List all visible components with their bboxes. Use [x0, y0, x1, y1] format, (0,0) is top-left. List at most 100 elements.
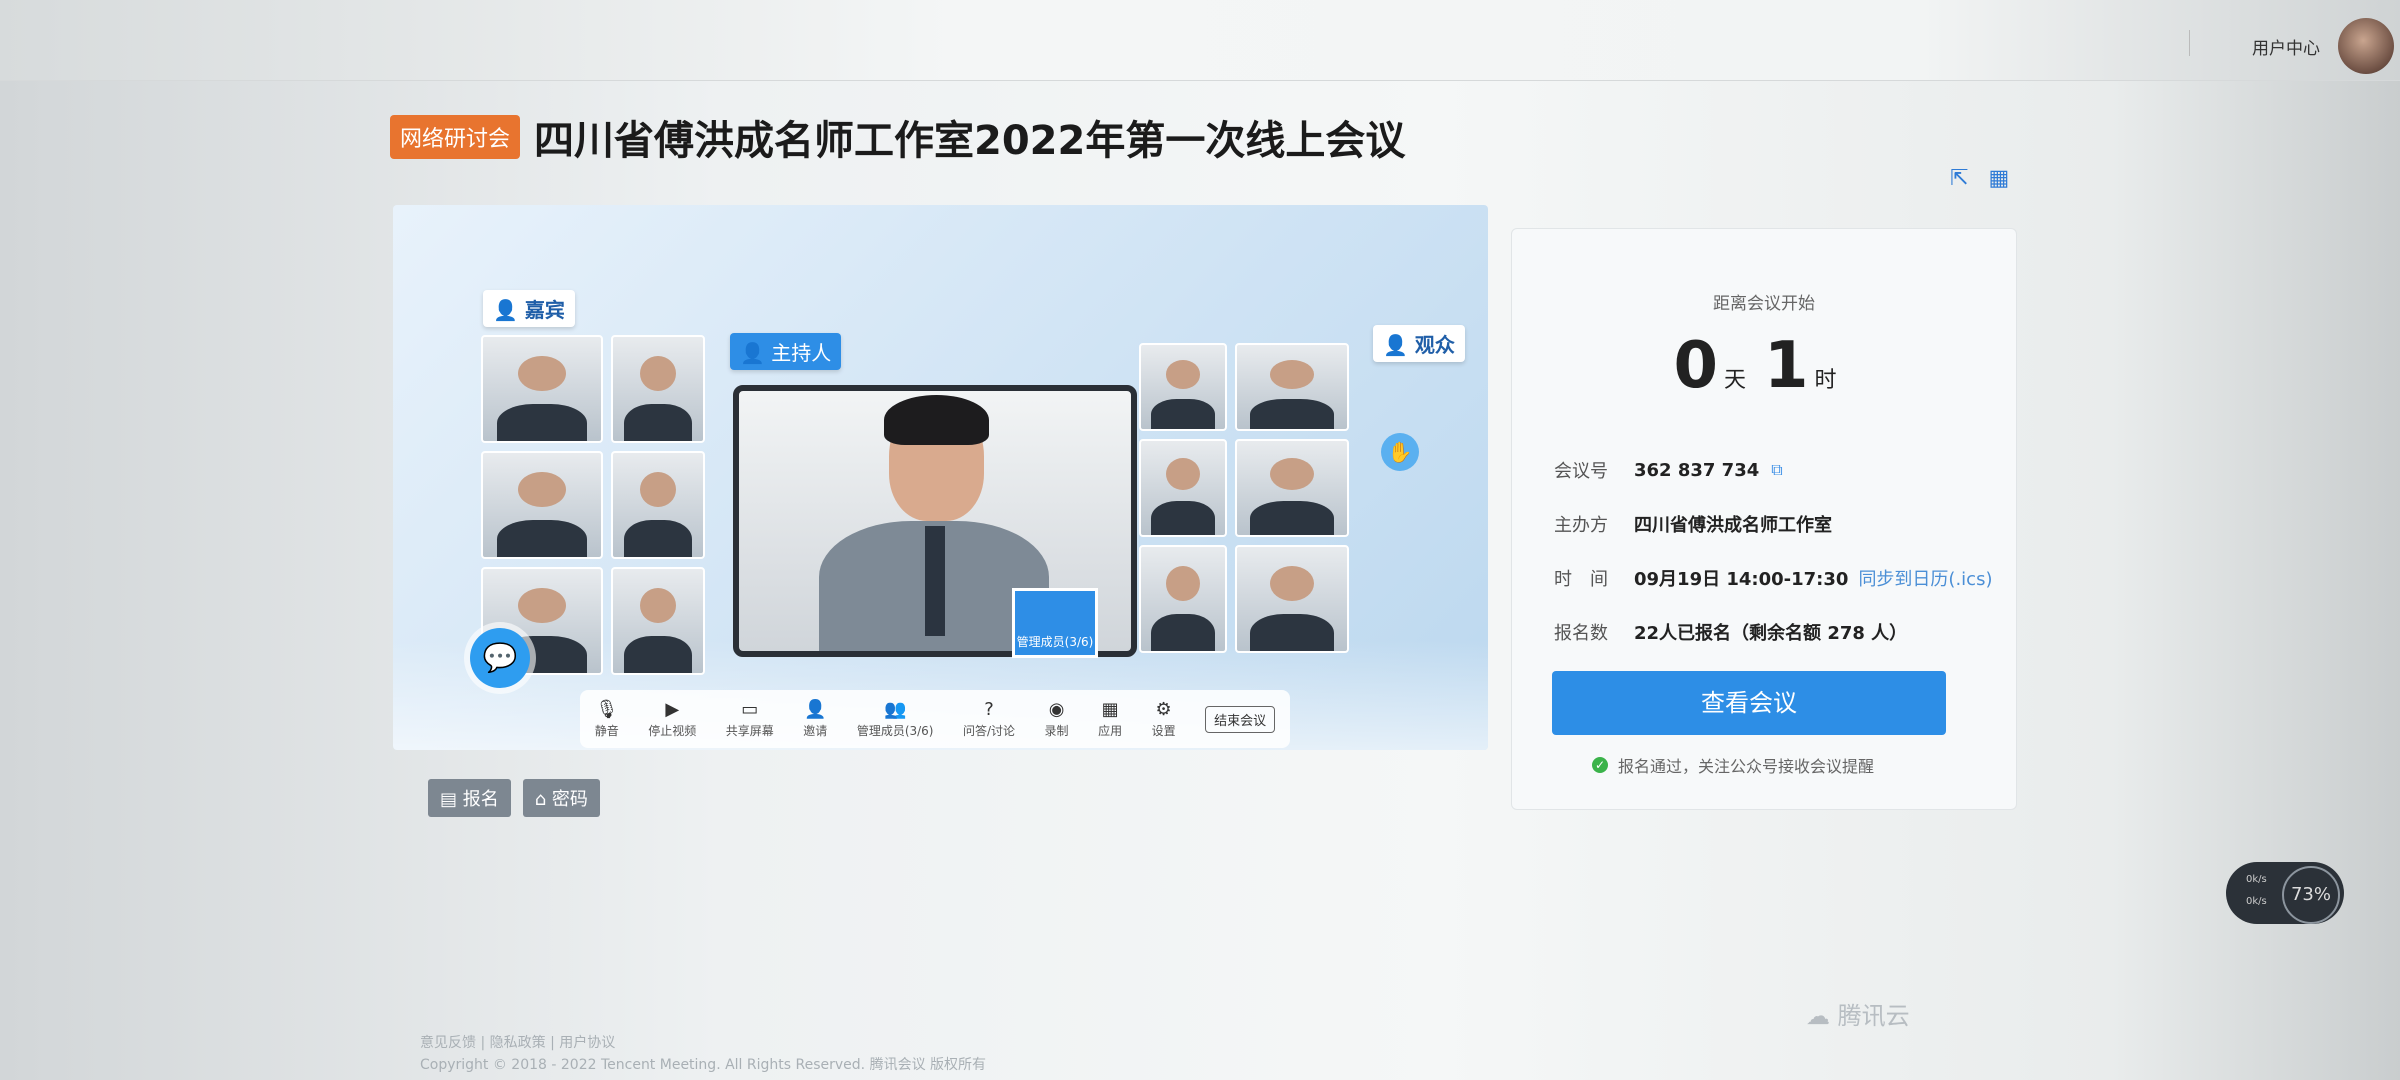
toolbar-label: 管理成员(3/6) — [856, 724, 934, 738]
toolbar-settings: ⚙ 设置 — [1152, 699, 1176, 739]
toolbar-label: 录制 — [1044, 724, 1069, 738]
share-icon[interactable]: ⇱ — [1950, 166, 1968, 191]
signup-button[interactable]: ▤ 报名 — [428, 779, 511, 817]
view-meeting-button[interactable]: 查看会议 — [1552, 671, 1946, 735]
hours-unit: 时 — [1814, 368, 1837, 393]
host-key: 主办方 — [1554, 515, 1608, 536]
meeting-info-panel: 距离会议开始 0天1时 会议号 362 837 734 ⧉ 主办方 四川省傅洪成… — [1511, 228, 2017, 810]
camera-icon: ▶ — [665, 699, 680, 720]
qr-code-icon[interactable]: ▦ — [1988, 166, 2009, 191]
audience-tile — [1139, 545, 1227, 653]
toolbar-mute: 🎙 静音 — [595, 699, 619, 739]
brand-logo: ☁ 腾讯云 — [1806, 1002, 1910, 1030]
role-badge: 管理成员(3/6) — [1012, 588, 1098, 658]
audience-tile — [1235, 545, 1349, 653]
signup-label: 报名 — [462, 789, 499, 810]
guest-tile — [481, 451, 603, 559]
registered-value: 22人已报名（剩余名额 278 人） — [1634, 623, 1908, 644]
invite-icon: 👤 — [804, 699, 827, 720]
password-button[interactable]: ⌂ 密码 — [522, 779, 600, 817]
days-unit: 天 — [1723, 368, 1746, 393]
role-badge-label: 管理成员(3/6) — [1016, 635, 1094, 649]
toolbar-apps: ▦ 应用 — [1098, 699, 1122, 739]
detail-row: 主办方 四川省傅洪成名师工作室 — [1554, 511, 1992, 537]
notice-text: 报名通过，关注公众号接收会议提醒 — [1618, 757, 1875, 776]
toolbar-label: 共享屏幕 — [725, 724, 774, 738]
host-tag: 👤 主持人 — [730, 333, 842, 370]
copy-icon[interactable]: ⧉ — [1771, 460, 1782, 480]
speed-percent: 73% — [2282, 866, 2340, 924]
audience-tag-label: 观众 — [1414, 333, 1455, 357]
detail-row: 报名数 22人已报名（剩余名额 278 人） — [1554, 619, 1992, 645]
registered-key: 报名数 — [1554, 623, 1608, 644]
apps-icon: ▦ — [1101, 699, 1119, 720]
guest-tile — [611, 335, 705, 443]
title-row: 网络研讨会 四川省傅洪成名师工作室2022年第一次线上会议 — [390, 108, 1405, 166]
guest-grid — [481, 335, 705, 675]
raise-hand-icon: ✋ — [1381, 433, 1419, 471]
toolbar-label: 停止视频 — [648, 724, 697, 738]
guest-tag: 👤 嘉宾 — [483, 290, 575, 327]
toolbar-label: 应用 — [1098, 724, 1123, 738]
audience-tile — [1139, 439, 1227, 537]
audience-tile — [1235, 343, 1349, 431]
network-speed-widget[interactable]: 0k/s 0k/s 73% — [2226, 862, 2344, 924]
upload-speed: 0k/s — [2246, 874, 2267, 885]
avatar[interactable] — [2338, 18, 2394, 74]
toolbar-label: 问答/讨论 — [963, 724, 1016, 738]
detail-row: 会议号 362 837 734 ⧉ — [1554, 457, 1992, 483]
calendar-link[interactable]: 同步到日历(.ics) — [1858, 565, 1992, 591]
guest-tile — [611, 567, 705, 675]
footer: 意见反馈 | 隐私政策 | 用户协议 Copyright © 2018 - 20… — [420, 1032, 986, 1076]
page-title: 四川省傅洪成名师工作室2022年第一次线上会议 — [534, 118, 1406, 164]
meeting-toolbar: 🎙 静音 ▶ 停止视频 ▭ 共享屏幕 👤 邀请 👥 管理成员(3/6) ? 问答/讨论 ◉ 录… — [580, 690, 1290, 748]
end-meeting-button: 结束会议 — [1205, 705, 1276, 733]
meeting-id-value: 362 837 734 — [1634, 459, 1760, 481]
toolbar-members: 👥 管理成员(3/6) — [857, 699, 934, 739]
host-hair — [884, 395, 989, 445]
meeting-id-key: 会议号 — [1554, 461, 1608, 482]
signup-notice: ✓ 报名通过，关注公众号接收会议提醒 — [1592, 753, 1874, 777]
screen: 用户中心 网络研讨会 四川省傅洪成名师工作室2022年第一次线上会议 ⇱ ▦ 👤… — [0, 0, 2400, 1080]
password-label: 密码 — [551, 789, 588, 810]
countdown-label: 距离会议开始 — [1713, 294, 1815, 314]
action-buttons: ▤ 报名 ⌂ 密码 — [428, 779, 600, 817]
record-icon: ◉ — [1048, 699, 1065, 720]
user-center-link[interactable]: 用户中心 — [2252, 34, 2320, 59]
countdown-days: 0 — [1673, 329, 1718, 403]
host-value: 四川省傅洪成名师工作室 — [1634, 515, 1832, 536]
divider — [2189, 30, 2190, 56]
guest-tile — [611, 451, 705, 559]
time-key: 时 间 — [1554, 569, 1608, 590]
toolbar-invite: 👤 邀请 — [803, 699, 827, 739]
audience-tile — [1235, 439, 1349, 537]
audience-tile — [1139, 343, 1227, 431]
qa-icon: ? — [984, 699, 994, 720]
footer-copyright: Copyright © 2018 - 2022 Tencent Meeting.… — [420, 1057, 987, 1073]
footer-links[interactable]: 意见反馈 | 隐私政策 | 用户协议 — [420, 1032, 986, 1054]
meeting-details: 会议号 362 837 734 ⧉ 主办方 四川省傅洪成名师工作室 时 间 09… — [1554, 457, 1992, 673]
host-tag-label: 主持人 — [771, 341, 832, 365]
screen-share-icon: ▭ — [741, 699, 759, 720]
detail-row: 时 间 09月19日 14:00-17:30 同步到日历(.ics) — [1554, 565, 1992, 591]
audience-tag: 👤 观众 — [1373, 325, 1465, 362]
check-icon: ✓ — [1592, 757, 1608, 773]
toolbar-label: 邀请 — [803, 724, 828, 738]
toolbar-share: ▭ 共享屏幕 — [726, 699, 774, 739]
brand-name: 腾讯云 — [1837, 1002, 1910, 1030]
webinar-badge: 网络研讨会 — [390, 115, 521, 159]
toolbar-qa: ? 问答/讨论 — [963, 699, 1015, 739]
mic-icon: 🎙 — [595, 699, 619, 720]
top-bar: 用户中心 — [0, 0, 2400, 81]
audience-grid — [1139, 343, 1349, 653]
time-value: 09月19日 14:00-17:30 — [1634, 569, 1849, 590]
countdown-hours: 1 — [1764, 329, 1809, 403]
settings-icon: ⚙ — [1155, 699, 1172, 720]
toolbar-video: ▶ 停止视频 — [648, 699, 696, 739]
guest-tile — [481, 335, 603, 443]
share-icons: ⇱ ▦ — [1950, 166, 2009, 191]
countdown: 0天1时 — [1512, 329, 2016, 403]
toolbar-label: 设置 — [1151, 724, 1176, 738]
toolbar-record: ◉ 录制 — [1045, 699, 1069, 739]
download-speed: 0k/s — [2246, 896, 2267, 907]
